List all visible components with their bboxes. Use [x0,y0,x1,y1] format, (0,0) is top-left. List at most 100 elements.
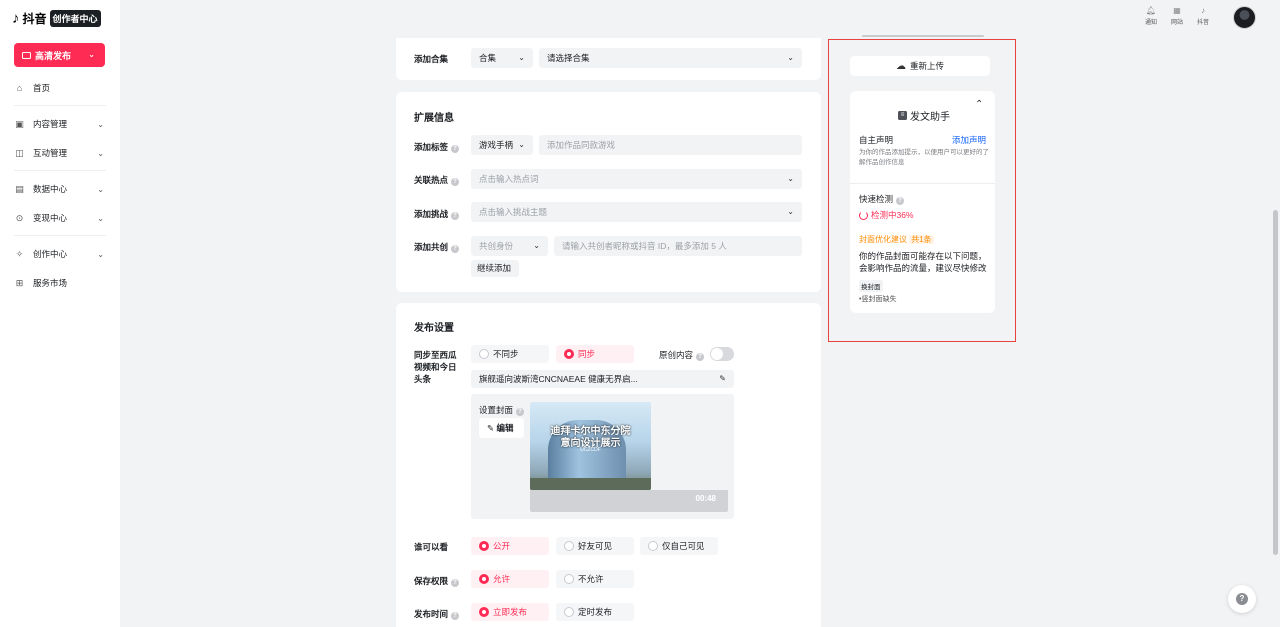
visibility-label: 谁可以看 [414,542,449,552]
co-role-placeholder: 共创身份 [479,241,514,251]
publish-now-label: 立即发布 [493,607,528,617]
hd-publish-button[interactable]: 高清发布 ⌄ [14,43,105,67]
cover-caption: UCZCDF [580,447,601,453]
help-icon[interactable]: ? [451,245,460,253]
assistant-title: ≡ 发文助手 [898,108,950,123]
chevron-down-icon: ⌄ [97,184,104,194]
visibility-public-label: 公开 [493,541,511,551]
douyin-icon: ♪ [1201,6,1205,15]
sidebar-item-label: 服务市场 [33,278,68,288]
help-icon[interactable]: ? [451,579,460,587]
save-deny[interactable]: 不允许 [556,570,634,588]
help-icon[interactable]: ? [896,197,905,205]
hot-label-text: 关联热点 [414,175,449,185]
help-icon[interactable]: ? [451,145,460,153]
publish-scheduled-label: 定时发布 [578,607,613,617]
radio-selected-icon [479,607,489,617]
pencil-icon: ✎ [487,423,495,433]
scrollbar-thumb[interactable] [1273,210,1278,555]
co-role-select[interactable]: 共创身份 ⌄ [471,236,548,256]
divider [850,183,995,184]
add-declaration-link[interactable]: 添加声明 [952,134,986,146]
visibility-private[interactable]: 仅自己可见 [640,537,718,555]
original-toggle[interactable] [710,347,734,361]
divider [14,105,106,106]
tag-label: 添加标签? [414,141,460,153]
sidebar-item-home[interactable]: ⌂ 首页 [14,80,106,96]
co-creator-input[interactable]: 请输入共创者昵称或抖音 ID，最多添加 5 人 [554,236,802,256]
visibility-friends[interactable]: 好友可见 [556,537,634,555]
tag-input[interactable]: 添加作品同款游戏 [539,135,802,155]
cover-thumbnail[interactable]: 迪拜卡尔中东分院 意向设计展示 UCZCDF [530,402,651,490]
create-icon: ✧ [15,248,24,259]
help-icon[interactable]: ? [696,353,705,361]
chevron-down-icon: ⌄ [518,140,525,149]
video-play-icon [22,51,31,59]
monetize-icon: ⊙ [15,212,24,223]
cover-label-text: 设置封面 [479,405,514,415]
radio-icon [564,541,574,551]
continue-add-button[interactable]: 继续添加 [471,260,519,277]
panel-top-divider [862,35,984,37]
topbar-website[interactable]: ▦ 网站 [1167,6,1187,26]
douyin-logo[interactable]: ♪ 抖音 创作者中心 [12,9,101,27]
save-allow[interactable]: 允许 [471,570,549,588]
sidebar-item-interaction[interactable]: ◫ 互动管理 ⌄ [14,145,106,161]
help-icon[interactable]: ? [451,178,460,186]
data-icon: ▤ [15,183,24,194]
radio-icon [479,349,489,359]
ground-shape [530,478,651,490]
extend-info-title: 扩展信息 [414,113,454,124]
help-icon[interactable]: ? [516,408,525,416]
collection-select[interactable]: 请选择合集 ⌄ [539,48,802,68]
content-icon: ▣ [15,118,24,129]
divider [14,170,106,171]
topbar-notify[interactable]: 🔔︎ 通知 [1141,6,1161,26]
cover-label: 设置封面? [479,404,525,416]
quick-check-title-text: 快速检测 [859,194,894,204]
collection-type-select[interactable]: 合集 ⌄ [471,48,533,68]
reupload-button[interactable]: ☁ 重新上传 [850,56,990,76]
publish-time-label-text: 发布时间 [414,609,449,619]
help-icon[interactable]: ? [451,612,460,620]
save-deny-label: 不允许 [578,574,604,584]
divider [14,235,106,236]
change-cover-button[interactable]: 换封面 [859,280,883,292]
collection-type-value: 合集 [479,53,497,63]
help-button[interactable]: ? [1228,585,1256,613]
question-icon: ? [1236,593,1248,605]
sync-title-input[interactable]: 旗舰遥向波斯湾CNCNAEAE 健康无界启... ✎ [471,370,734,388]
challenge-select[interactable]: 点击输入挑战主题 ⌄ [471,202,802,222]
avatar[interactable] [1233,6,1256,29]
radio-icon [564,607,574,617]
help-icon[interactable]: ? [451,212,460,220]
visibility-public[interactable]: 公开 [471,537,549,555]
visibility-friends-label: 好友可见 [578,541,613,551]
sync-option-on[interactable]: 同步 [556,345,634,363]
publish-now[interactable]: 立即发布 [471,603,549,621]
chevron-up-icon[interactable]: ⌃ [975,99,983,110]
video-timeline-bar[interactable]: 00:48 [530,490,728,512]
check-status-text: 检测中36% [871,210,914,220]
radio-selected-icon [564,349,574,359]
sidebar-item-data[interactable]: ▤ 数据中心 ⌄ [14,181,106,197]
sidebar-item-content[interactable]: ▣ 内容管理 ⌄ [14,116,106,132]
sidebar-item-market[interactable]: ⊞ 服务市场 [14,275,106,291]
sidebar-item-monetize[interactable]: ⊙ 变现中心 ⌄ [14,210,106,226]
co-creator-label-text: 添加共创 [414,242,449,252]
pencil-icon[interactable]: ✎ [719,370,726,388]
tag-type-select[interactable]: 游戏手柄 ⌄ [471,135,533,155]
edit-cover-button[interactable]: ✎ 编辑 [479,418,524,438]
sidebar-item-create[interactable]: ✧ 创作中心 ⌄ [14,246,106,262]
cloud-upload-icon: ☁ [895,60,906,72]
publish-scheduled[interactable]: 定时发布 [556,603,634,621]
topbar-douyin[interactable]: ♪ 抖音 [1193,6,1213,26]
radio-icon [564,574,574,584]
chevron-down-icon: ⌄ [88,50,95,59]
cover-opt-count: 共1条 [909,235,934,244]
original-label: 原创内容? [659,349,705,361]
chevron-down-icon: ⌄ [533,241,540,250]
hot-label: 关联热点? [414,174,460,186]
hot-topic-select[interactable]: 点击输入热点词 ⌄ [471,169,802,189]
sync-option-off[interactable]: 不同步 [471,345,549,363]
